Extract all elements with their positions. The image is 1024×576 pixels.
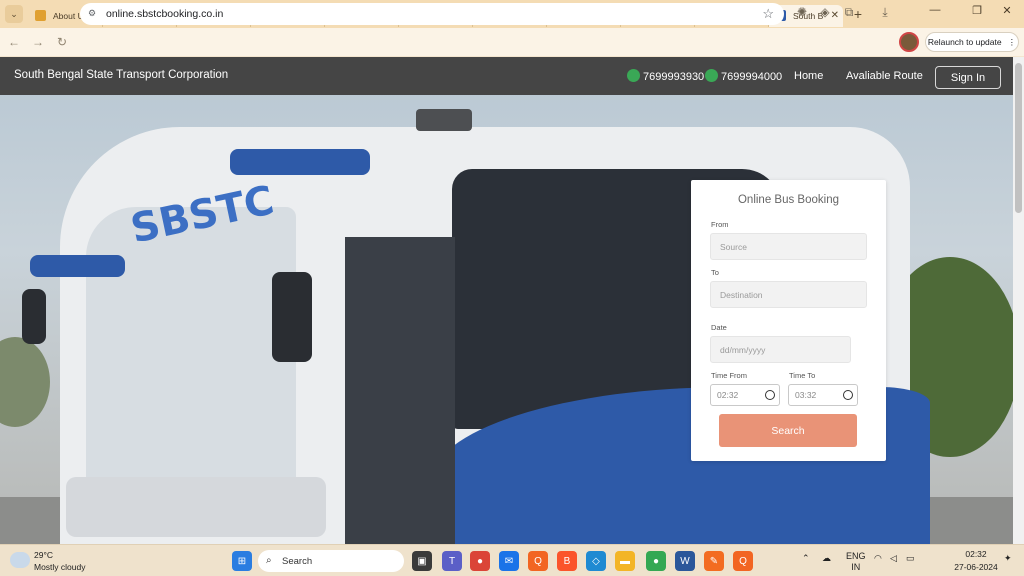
profile-avatar[interactable]: [899, 32, 919, 52]
weather-cloud-icon[interactable]: [10, 552, 30, 568]
from-label: From: [711, 220, 729, 229]
download-icon[interactable]: ⤓: [876, 5, 894, 20]
scrollbar-thumb[interactable]: [1015, 63, 1022, 213]
bus-door: [345, 237, 455, 544]
onedrive-icon[interactable]: ☁: [822, 553, 831, 564]
forward-icon[interactable]: →: [28, 35, 48, 49]
search-button[interactable]: Search: [719, 414, 857, 447]
wifi-icon[interactable]: ◠: [874, 553, 882, 564]
site-brand[interactable]: South Bengal State Transport Corporation: [14, 69, 228, 81]
phone-number-1[interactable]: 7699993930: [627, 69, 704, 83]
whatsapp-icon: [705, 69, 718, 82]
extension-sun-icon[interactable]: ✺: [793, 5, 811, 19]
bus-mirror-arm: [230, 149, 370, 175]
nav-routes-link[interactable]: Avaliable Route: [846, 70, 923, 82]
taskbar-date[interactable]: 27-06-2024: [946, 562, 1006, 572]
notification-icon[interactable]: ✦: [1004, 553, 1012, 564]
booking-form: Online Bus Booking From Source To Destin…: [691, 180, 886, 461]
site-navbar: South Bengal State Transport Corporation…: [0, 57, 1013, 95]
bus-roof-lights: [416, 109, 472, 131]
qbittorrent-icon-2[interactable]: Q: [733, 551, 753, 571]
phone-number-2[interactable]: 7699994000: [705, 69, 782, 83]
language-indicator[interactable]: ENG IN: [846, 551, 866, 573]
source-input[interactable]: Source: [710, 233, 867, 260]
nav-home-link[interactable]: Home: [794, 70, 823, 82]
bus-mirror-arm: [30, 255, 125, 277]
brave-icon[interactable]: B: [557, 551, 577, 571]
url-text: online.sbstcbooking.co.in: [106, 8, 224, 20]
task-view-icon[interactable]: ▣: [412, 551, 432, 571]
page-scrollbar[interactable]: [1013, 57, 1024, 544]
bus-mirror: [22, 289, 46, 344]
page-viewport: SBSTC South Bengal State Transport Corpo…: [0, 57, 1013, 544]
chrome-icon[interactable]: ●: [470, 551, 490, 571]
mail-icon[interactable]: ✉: [499, 551, 519, 571]
extension-shield-icon[interactable]: ◈: [816, 5, 834, 19]
tray-overflow-icon[interactable]: ⌃: [802, 553, 810, 564]
volume-icon[interactable]: ◁: [890, 553, 897, 564]
site-info-icon[interactable]: ⚙: [88, 8, 100, 20]
file-explorer-icon[interactable]: ▬: [615, 551, 635, 571]
tree-image: [0, 337, 50, 427]
bus-mirror: [272, 272, 312, 362]
time-to-input[interactable]: 03:32: [788, 384, 858, 406]
time-to-label: Time To: [789, 371, 816, 380]
chrome-active-icon[interactable]: ●: [646, 551, 666, 571]
people-icon: [35, 10, 46, 21]
clock-icon[interactable]: [843, 390, 853, 400]
search-icon: ⌕: [266, 555, 272, 566]
time-from-input[interactable]: 02:32: [710, 384, 780, 406]
back-icon[interactable]: ←: [4, 35, 24, 49]
date-label: Date: [711, 323, 727, 332]
sign-in-button[interactable]: Sign In: [935, 66, 1001, 89]
battery-icon[interactable]: ▭: [906, 553, 915, 564]
time-from-label: Time From: [711, 371, 747, 380]
relaunch-button[interactable]: Relaunch to update ⋮: [925, 32, 1019, 52]
weather-description[interactable]: Mostly cloudy: [34, 562, 86, 572]
extensions-puzzle-icon[interactable]: ⧉: [840, 5, 858, 20]
to-label: To: [711, 268, 719, 277]
taskbar: 29°C Mostly cloudy ⊞ ⌕ Search ▣ T ● ✉ Q B…: [0, 544, 1024, 576]
destination-input[interactable]: Destination: [710, 281, 867, 308]
more-menu-icon: ⋮: [1007, 36, 1017, 47]
word-icon[interactable]: W: [675, 551, 695, 571]
address-bar[interactable]: ⚙ online.sbstcbooking.co.in ☆: [80, 3, 784, 25]
maximize-icon[interactable]: ❐: [962, 4, 992, 17]
vscode-icon[interactable]: ◇: [586, 551, 606, 571]
reload-icon[interactable]: ↻: [52, 35, 72, 49]
clock-icon[interactable]: [765, 390, 775, 400]
qbittorrent-icon[interactable]: Q: [528, 551, 548, 571]
browser-toolbar: ← → ↻: [0, 28, 1024, 56]
booking-title: Online Bus Booking: [737, 194, 839, 206]
compass-icon[interactable]: ✎: [704, 551, 724, 571]
weather-temperature[interactable]: 29°C: [34, 550, 53, 560]
windows-start-icon[interactable]: ⊞: [232, 551, 252, 571]
minimize-icon[interactable]: —: [920, 4, 950, 16]
teams-icon[interactable]: T: [442, 551, 462, 571]
taskbar-time[interactable]: 02:32: [946, 549, 1006, 559]
tab-search-icon[interactable]: ⌄: [5, 5, 23, 23]
phone-icon: [627, 69, 640, 82]
bookmark-star-icon[interactable]: ☆: [762, 6, 774, 22]
taskbar-search[interactable]: ⌕ Search: [258, 550, 404, 572]
date-input[interactable]: dd/mm/yyyy: [710, 336, 851, 363]
close-window-icon[interactable]: ✕: [992, 4, 1022, 17]
bus-bumper: [66, 477, 326, 537]
